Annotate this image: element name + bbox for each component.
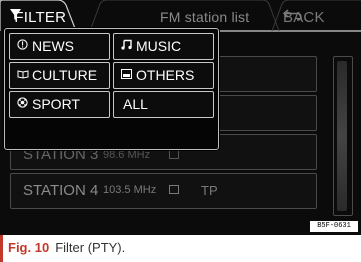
tab-station-list[interactable]: FM station list (160, 9, 249, 25)
scrollbar-thumb[interactable] (337, 61, 347, 211)
music-icon (120, 35, 133, 60)
filter-others-button[interactable]: OTHERS (113, 62, 214, 89)
filter-culture-button[interactable]: CULTURE (9, 62, 110, 89)
caption-accent-bar (0, 235, 3, 262)
culture-icon (16, 64, 29, 89)
news-icon (16, 35, 29, 60)
filter-music-label: MUSIC (136, 38, 182, 54)
filter-all-label: ALL (123, 96, 148, 112)
filter-news-label: NEWS (32, 38, 74, 54)
filter-popup: NEWS MUSIC CULTURE OTHERS SPORT ALL (4, 28, 219, 150)
filter-music-button[interactable]: MUSIC (113, 33, 214, 60)
filter-sport-button[interactable]: SPORT (9, 91, 110, 118)
scrollbar[interactable] (333, 56, 353, 216)
tab-filter-label: FILTER (14, 9, 67, 26)
figure-caption: Fig. 10 Filter (PTY). (8, 240, 125, 255)
station-name: STATION 4 (23, 182, 99, 199)
figure-code: B5F-0631 (310, 221, 358, 232)
station-frequency: 103.5 MHz (103, 184, 157, 196)
station-frequency: 98.6 MHz (103, 149, 151, 161)
figure-caption-text: Filter (PTY). (55, 240, 126, 255)
filter-culture-label: CULTURE (32, 67, 98, 83)
back-button[interactable]: BACK (283, 9, 329, 26)
figure-number: Fig. 10 (8, 240, 50, 255)
tab-filter[interactable]: FILTER (10, 9, 66, 26)
rds-icon (169, 185, 179, 194)
filter-all-button[interactable]: ALL (113, 91, 214, 118)
filter-sport-label: SPORT (32, 96, 80, 112)
station-row[interactable]: STATION 4 103.5 MHz TP (10, 173, 317, 209)
tp-label: TP (201, 183, 218, 198)
rds-icon (169, 150, 179, 159)
tab-station-list-label: FM station list (160, 9, 250, 25)
radio-screen: FILTER FM station list BACK TP TP STATIO… (0, 0, 361, 235)
filter-news-button[interactable]: NEWS (9, 33, 110, 60)
filter-others-label: OTHERS (136, 67, 195, 83)
sport-icon (16, 93, 29, 118)
others-icon (120, 64, 133, 89)
